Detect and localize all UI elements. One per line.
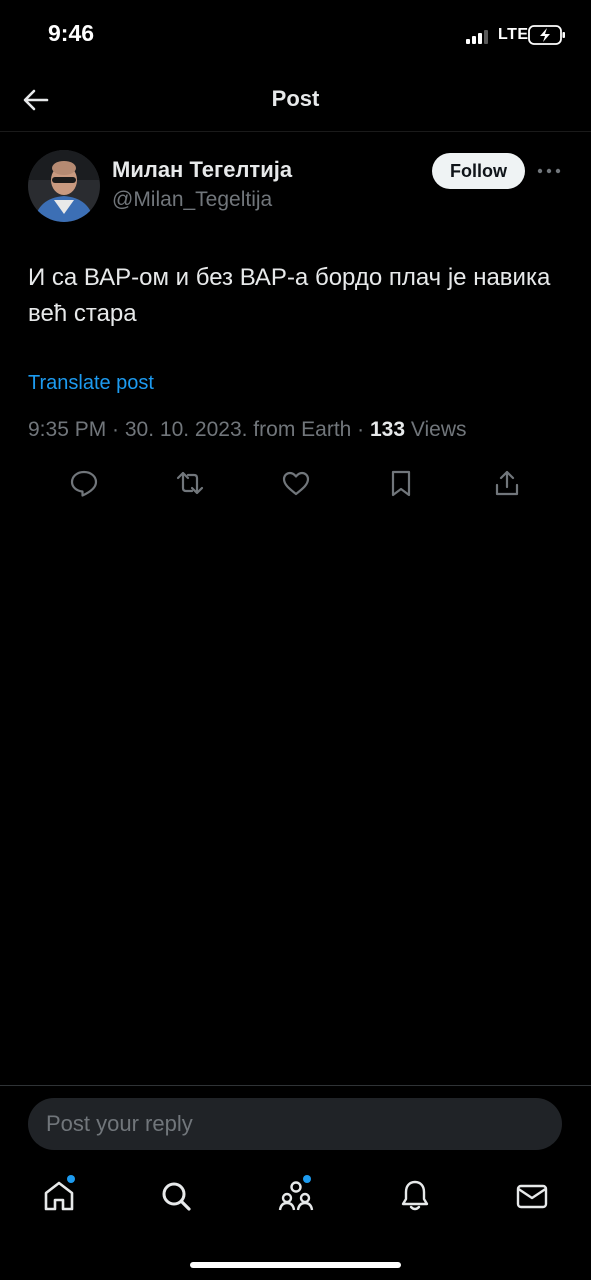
views-count[interactable]: 133 xyxy=(370,418,405,441)
avatar-image xyxy=(28,150,100,222)
more-options-icon[interactable] xyxy=(536,160,562,182)
reply-input[interactable] xyxy=(28,1098,562,1150)
home-icon[interactable] xyxy=(41,1178,77,1214)
network-label: LTE xyxy=(498,26,529,43)
notifications-icon[interactable] xyxy=(397,1178,433,1214)
translate-post-link[interactable]: Translate post xyxy=(28,372,154,395)
avatar[interactable] xyxy=(28,150,100,222)
messages-icon[interactable] xyxy=(514,1178,550,1214)
post-timestamp: 9:35 PM · 30. 10. 2023. from Earth · xyxy=(28,418,370,441)
home-notification-dot xyxy=(67,1175,75,1183)
communities-icon[interactable] xyxy=(278,1178,314,1214)
status-bar: 9:46 LTE xyxy=(0,0,591,70)
follow-button[interactable]: Follow xyxy=(432,153,525,189)
home-indicator[interactable] xyxy=(190,1262,401,1268)
repost-icon[interactable] xyxy=(175,468,205,498)
signal-icon xyxy=(466,30,492,44)
post-meta: 9:35 PM · 30. 10. 2023. from Earth · 133… xyxy=(28,418,467,442)
reply-icon[interactable] xyxy=(69,468,99,498)
post-screen: 9:46 LTE Post Милан Тегелтија @Milan_Teg… xyxy=(0,0,591,1280)
like-icon[interactable] xyxy=(281,468,311,498)
share-icon[interactable] xyxy=(492,468,522,498)
author-handle[interactable]: @Milan_Tegeltija xyxy=(112,188,272,212)
search-icon[interactable] xyxy=(158,1178,194,1214)
author-display-name[interactable]: Милан Тегелтија xyxy=(112,157,292,183)
communities-notification-dot xyxy=(303,1175,311,1183)
views-label: Views xyxy=(405,418,467,441)
status-time: 9:46 xyxy=(48,20,95,46)
post-text: И са ВАР-ом и без ВАР-а бордо плач је на… xyxy=(28,264,551,327)
top-bar: Post xyxy=(0,70,591,132)
reply-divider xyxy=(0,1085,591,1086)
page-title: Post xyxy=(271,86,320,111)
battery-charging-icon xyxy=(528,25,565,45)
bookmark-icon[interactable] xyxy=(386,468,416,498)
